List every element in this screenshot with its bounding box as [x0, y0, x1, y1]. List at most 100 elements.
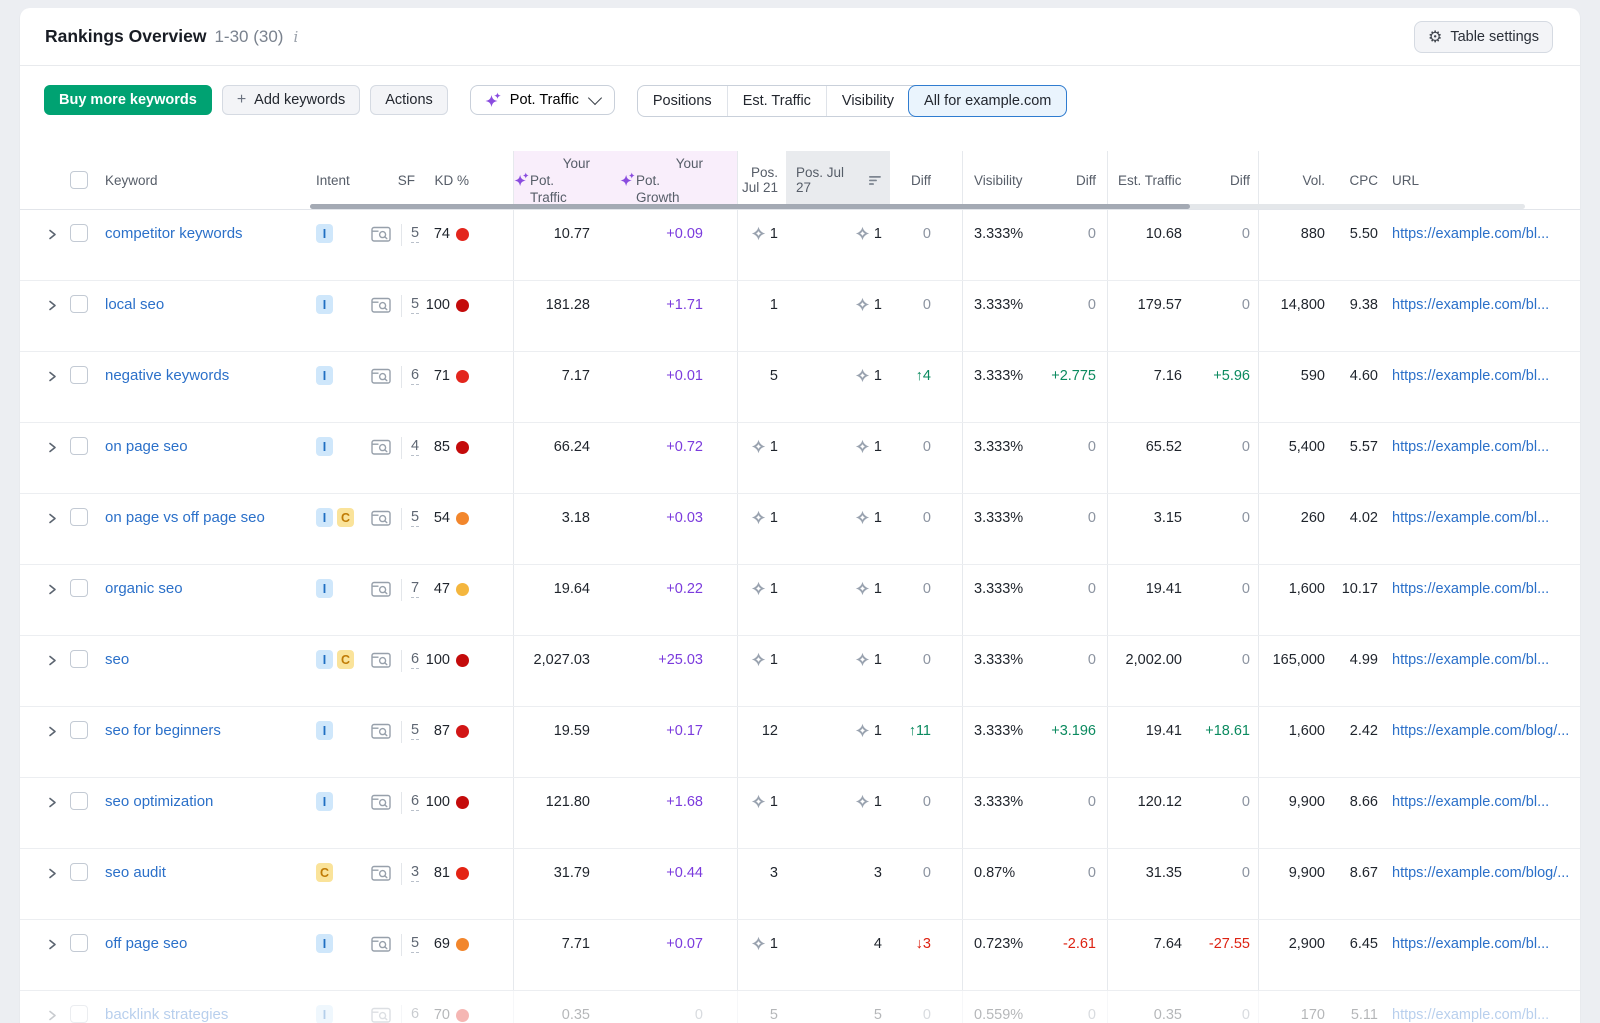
- row-checkbox[interactable]: [70, 934, 88, 952]
- keyword-link[interactable]: seo for beginners: [105, 721, 221, 741]
- row-expander[interactable]: [20, 423, 64, 493]
- row-checkbox[interactable]: [70, 437, 88, 455]
- kd-difficulty-dot: [456, 583, 469, 596]
- position-jul-27: 1: [786, 707, 890, 777]
- visibility-value: 3.333%: [962, 423, 1030, 493]
- keyword-link[interactable]: seo: [105, 650, 129, 670]
- keyword-link[interactable]: negative keywords: [105, 366, 229, 386]
- keyword-link[interactable]: organic seo: [105, 579, 183, 599]
- intent-badge-commercial: C: [316, 863, 333, 882]
- est-traffic-value: 179.57: [1107, 281, 1185, 351]
- keyword-link[interactable]: backlink strategies: [105, 1005, 228, 1023]
- col-pos-jul-21[interactable]: Pos. Jul 21: [737, 151, 786, 209]
- row-checkbox[interactable]: [70, 508, 88, 526]
- keyword-link[interactable]: seo audit: [105, 863, 166, 883]
- url-link[interactable]: https://example.com/bl...: [1392, 792, 1549, 812]
- tab-positions[interactable]: Positions: [638, 86, 727, 116]
- pot-traffic-value: 19.64: [513, 565, 620, 635]
- row-expander[interactable]: [20, 281, 64, 351]
- row-checkbox[interactable]: [70, 1005, 88, 1023]
- url-link[interactable]: https://example.com/bl...: [1392, 224, 1549, 244]
- row-expander[interactable]: [20, 920, 64, 990]
- keyword-link[interactable]: seo optimization: [105, 792, 213, 812]
- col-diff-est[interactable]: Diff: [1185, 151, 1258, 209]
- url-link[interactable]: https://example.com/blog/...: [1392, 863, 1569, 883]
- col-sf[interactable]: SF: [362, 151, 418, 209]
- col-diff-pos[interactable]: Diff: [890, 151, 962, 209]
- keyword-link[interactable]: on page seo: [105, 437, 188, 457]
- row-checkbox[interactable]: [70, 650, 88, 668]
- col-keyword[interactable]: Keyword: [88, 151, 300, 209]
- row-expander[interactable]: [20, 991, 64, 1023]
- row-checkbox[interactable]: [70, 295, 88, 313]
- est-traffic-value: 7.16: [1107, 352, 1185, 422]
- keyword-cell: local seo: [88, 281, 300, 351]
- select-all-checkbox[interactable]: [70, 171, 88, 189]
- url-link[interactable]: https://example.com/bl...: [1392, 508, 1549, 528]
- row-expander[interactable]: [20, 565, 64, 635]
- chevron-right-icon: [46, 725, 58, 738]
- est-traffic-diff: 0: [1185, 991, 1258, 1023]
- row-checkbox[interactable]: [70, 579, 88, 597]
- col-url[interactable]: URL: [1380, 151, 1580, 209]
- keyword-link[interactable]: on page vs off page seo: [105, 508, 265, 528]
- url-link[interactable]: https://example.com/blog/...: [1392, 721, 1569, 741]
- kd-cell: 100: [418, 778, 513, 848]
- col-pos-jul-27-sorted[interactable]: Pos. Jul 27: [786, 151, 890, 209]
- rankings-overview-card: Rankings Overview 1-30 (30) i ⚙ Table se…: [20, 8, 1580, 1023]
- serp-features-icon: [371, 652, 391, 669]
- tab-est-traffic[interactable]: Est. Traffic: [727, 86, 826, 116]
- table-row: backlink strategiesI6700.3505500.559%00.…: [20, 991, 1580, 1023]
- col-pot-traffic[interactable]: Your Pot. Traffic: [513, 151, 620, 209]
- col-volume[interactable]: Vol.: [1258, 151, 1330, 209]
- toolbar: Buy more keywords + Add keywords Actions…: [20, 66, 1580, 151]
- row-checkbox[interactable]: [70, 863, 88, 881]
- row-expander[interactable]: [20, 352, 64, 422]
- actions-button[interactable]: Actions: [370, 85, 448, 115]
- row-checkbox-cell: [64, 991, 88, 1023]
- row-checkbox[interactable]: [70, 792, 88, 810]
- col-est-traffic[interactable]: Est. Traffic: [1107, 151, 1185, 209]
- url-link[interactable]: https://example.com/bl...: [1392, 934, 1549, 954]
- keyword-cell: seo audit: [88, 849, 300, 919]
- row-expander[interactable]: [20, 707, 64, 777]
- col-cpc[interactable]: CPC: [1330, 151, 1380, 209]
- keyword-link[interactable]: competitor keywords: [105, 224, 243, 244]
- keyword-link[interactable]: off page seo: [105, 934, 187, 954]
- info-icon[interactable]: i: [293, 28, 298, 46]
- url-link[interactable]: https://example.com/bl...: [1392, 1005, 1549, 1023]
- row-expander[interactable]: [20, 494, 64, 564]
- kd-cell: 47: [418, 565, 513, 635]
- row-expander[interactable]: [20, 636, 64, 706]
- row-expander[interactable]: [20, 210, 64, 280]
- tab-visibility[interactable]: Visibility: [826, 86, 909, 116]
- col-pot-growth[interactable]: Your Pot. Growth: [620, 151, 737, 209]
- url-link[interactable]: https://example.com/bl...: [1392, 437, 1549, 457]
- tab-all-for-domain[interactable]: All for example.com: [908, 85, 1067, 117]
- row-checkbox[interactable]: [70, 224, 88, 242]
- row-expander[interactable]: [20, 849, 64, 919]
- table-settings-button[interactable]: ⚙ Table settings: [1414, 21, 1553, 53]
- col-intent[interactable]: Intent: [300, 151, 362, 209]
- row-expander[interactable]: [20, 778, 64, 848]
- col-diff-visibility[interactable]: Diff: [1030, 151, 1107, 209]
- kd-difficulty-dot: [456, 938, 469, 951]
- url-link[interactable]: https://example.com/bl...: [1392, 295, 1549, 315]
- url-link[interactable]: https://example.com/bl...: [1392, 650, 1549, 670]
- row-checkbox[interactable]: [70, 366, 88, 384]
- add-keywords-button[interactable]: + Add keywords: [222, 85, 360, 115]
- intent-cell: I: [300, 920, 362, 990]
- horizontal-scrollbar-thumb[interactable]: [310, 204, 1190, 209]
- col-kd[interactable]: KD %: [418, 151, 513, 209]
- header-select-all[interactable]: [64, 151, 88, 209]
- metric-dropdown[interactable]: Pot. Traffic: [470, 85, 615, 115]
- visibility-value: 3.333%: [962, 494, 1030, 564]
- url-link[interactable]: https://example.com/bl...: [1392, 579, 1549, 599]
- row-checkbox[interactable]: [70, 721, 88, 739]
- visibility-value: 3.333%: [962, 352, 1030, 422]
- kd-cell: 69: [418, 920, 513, 990]
- url-link[interactable]: https://example.com/bl...: [1392, 366, 1549, 386]
- col-visibility[interactable]: Visibility: [962, 151, 1030, 209]
- keyword-link[interactable]: local seo: [105, 295, 164, 315]
- buy-more-keywords-button[interactable]: Buy more keywords: [44, 85, 212, 115]
